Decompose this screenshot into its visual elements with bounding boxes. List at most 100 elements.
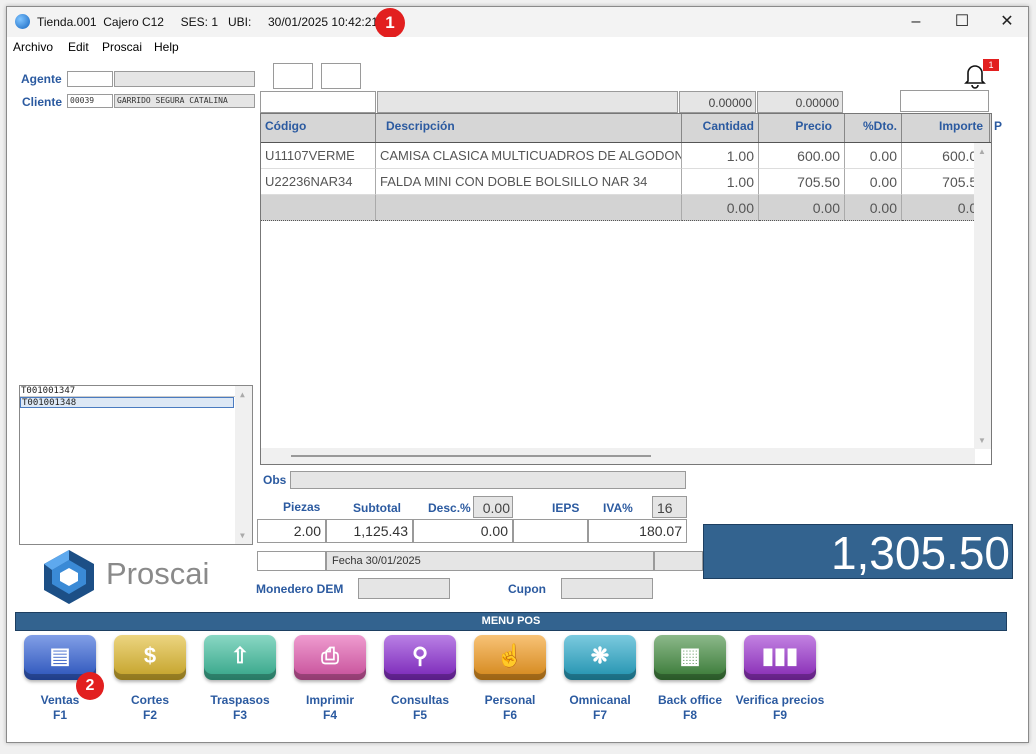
pos-button-verifica-precios[interactable]: ▮▮▮ <box>744 635 816 680</box>
ticket-list[interactable]: T001001347 T001001348 ▲ ▼ <box>19 385 253 545</box>
obs-label: Obs <box>263 473 287 487</box>
proscai-logo-icon <box>40 548 98 606</box>
col-cantidad[interactable]: Cantidad <box>682 114 759 142</box>
cliente-name-field: GARRIDO SEGURA CATALINA <box>114 94 255 108</box>
agente-name-field <box>114 71 255 87</box>
right-input[interactable] <box>900 90 989 112</box>
cell-dto: 0.00 <box>845 195 902 221</box>
pos-button-traspasos[interactable]: ⇧ <box>204 635 276 680</box>
col-importe[interactable]: Importe <box>902 114 990 142</box>
piezas-label: Piezas <box>283 500 321 514</box>
barcode-icon: ▮▮▮ <box>761 643 799 668</box>
callout-badge-2: 2 <box>76 672 104 700</box>
close-icon[interactable]: ✕ <box>984 7 1030 37</box>
menu-proscai[interactable]: Proscai <box>102 40 142 54</box>
scroll-up-icon[interactable]: ▲ <box>239 389 245 400</box>
pos-button-cortes[interactable]: $ <box>114 635 186 680</box>
monedero-label: Monedero DEM <box>256 582 344 596</box>
pos-button-consultas[interactable]: ⚲ <box>384 635 456 680</box>
pos-button-omnicanal[interactable]: ❋ <box>564 635 636 680</box>
subtotal-value: 1,125.43 <box>326 519 413 543</box>
globe-icon <box>15 14 30 29</box>
col-codigo[interactable]: Código <box>261 114 376 142</box>
agente-code-input[interactable] <box>67 71 113 87</box>
scroll-down-icon[interactable]: ▼ <box>978 436 986 445</box>
scan-input[interactable] <box>260 91 376 113</box>
menu-pos-header: MENU POS <box>15 612 1007 631</box>
title-bar: Tienda.001 Cajero C12 SES: 1 UBI: 30/01/… <box>7 7 1030 38</box>
pos-button-back-office[interactable]: ▦ <box>654 635 726 680</box>
scroll-thumb[interactable] <box>291 455 651 457</box>
piezas-value: 2.00 <box>257 519 326 543</box>
cell-cantidad: 1.00 <box>682 169 759 195</box>
qty-total-2: 0.00000 <box>757 91 843 113</box>
agente-label: Agente <box>21 72 62 86</box>
cliente-label: Cliente <box>22 95 63 109</box>
sales-icon: ▤ <box>49 643 71 668</box>
ieps-value <box>513 519 588 543</box>
desc-label: Desc.% <box>428 501 471 515</box>
scroll-down-icon[interactable]: ▼ <box>239 530 245 541</box>
pos-window: Tienda.001 Cajero C12 SES: 1 UBI: 30/01/… <box>6 6 1029 743</box>
cell-codigo: U22236NAR34 <box>261 169 376 195</box>
cell-descripcion: FALDA MINI CON DOBLE BOLSILLO NAR 34 <box>376 169 682 195</box>
blank-box-1[interactable] <box>273 63 313 89</box>
pos-label-key: F9 <box>772 708 787 722</box>
subtotal-label: Subtotal <box>353 501 401 515</box>
col-dto[interactable]: %Dto. <box>845 114 902 142</box>
fecha-field: Fecha 30/01/2025 <box>326 551 654 571</box>
iva-value: 180.07 <box>588 519 687 543</box>
brand-name: Proscai <box>106 556 210 591</box>
cell-cantidad: 0.00 <box>682 195 759 221</box>
cell-descripcion <box>376 195 682 221</box>
col-descripcion[interactable]: Descripción <box>376 114 682 142</box>
cliente-code-input[interactable]: 00039 <box>67 94 113 108</box>
printer-icon: ⎙ <box>321 643 339 668</box>
iva-pct-field[interactable]: 16 <box>652 496 687 518</box>
cell-precio: 705.50 <box>759 169 845 195</box>
cash-cut-icon: $ <box>143 643 157 668</box>
building-icon: ▦ <box>679 643 701 668</box>
search-icon: ⚲ <box>411 643 429 668</box>
blank-box-2[interactable] <box>321 63 361 89</box>
cell-descripcion: CAMISA CLASICA MULTICUADROS DE ALGODON V… <box>376 143 682 169</box>
fecha-prefix-field[interactable] <box>257 551 326 571</box>
menu-help[interactable]: Help <box>154 40 179 54</box>
list-item-selected[interactable]: T001001348 <box>20 397 234 408</box>
cell-codigo <box>261 195 376 221</box>
monedero-field[interactable] <box>358 578 450 599</box>
minimize-icon[interactable]: – <box>893 7 939 37</box>
window-title: Tienda.001 Cajero C12 SES: 1 UBI: 30/01/… <box>37 15 379 29</box>
scroll-up-icon[interactable]: ▲ <box>978 147 986 156</box>
table-horizontal-scrollbar[interactable] <box>261 448 975 464</box>
cell-codigo: U11107VERME <box>261 143 376 169</box>
table-header: Código Descripción Cantidad Precio %Dto.… <box>261 114 1002 143</box>
menu-archivo[interactable]: Archivo <box>13 40 53 54</box>
obs-field[interactable] <box>290 471 686 489</box>
fecha-suffix-field <box>654 551 703 571</box>
cell-precio: 0.00 <box>759 195 845 221</box>
desc-value: 0.00 <box>413 519 513 543</box>
list-scrollbar[interactable]: ▲ ▼ <box>235 386 252 544</box>
desc-pct-field[interactable]: 0.00 <box>473 496 513 518</box>
maximize-icon[interactable]: ☐ <box>939 7 985 37</box>
col-p[interactable]: P <box>990 114 1002 142</box>
cupon-label: Cupon <box>508 582 546 596</box>
pos-button-personal[interactable]: ☝ <box>474 635 546 680</box>
cupon-field[interactable] <box>561 578 653 599</box>
callout-badge-1: 1 <box>375 8 405 38</box>
items-table: Código Descripción Cantidad Precio %Dto.… <box>260 113 1002 465</box>
pos-label-text: Verifica precios <box>735 693 825 707</box>
notification-count-badge: 1 <box>983 59 999 71</box>
cell-dto: 0.00 <box>845 169 902 195</box>
table-vertical-scrollbar[interactable]: ▲ ▼ <box>974 143 991 449</box>
menu-edit[interactable]: Edit <box>68 40 89 54</box>
pos-button-label[interactable]: Verifica precios F9 <box>725 693 835 723</box>
cell-cantidad: 1.00 <box>682 143 759 169</box>
pos-button-imprimir[interactable]: ⎙ <box>294 635 366 680</box>
grand-total-display: 1,305.50 <box>703 524 1013 579</box>
list-item[interactable]: T001001347 <box>20 386 252 397</box>
col-precio[interactable]: Precio <box>759 114 845 142</box>
cell-precio: 600.00 <box>759 143 845 169</box>
ieps-label: IEPS <box>552 501 580 515</box>
